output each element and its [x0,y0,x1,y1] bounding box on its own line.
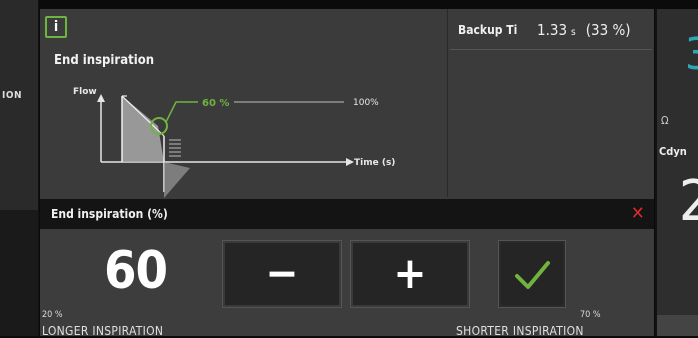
monitor-value-bottom: 2 [679,169,698,234]
time-axis-label: Time (s) [354,158,395,168]
left-panel-label-fragment: ION [2,90,23,101]
left-side-panel: ION [0,0,39,336]
time-axis-arrow [346,158,354,166]
cdyn-label: Cdyn [659,145,687,158]
panel-divider [447,9,448,197]
max-percent-label: 100% [353,98,379,108]
left-panel-lower-block [0,210,38,336]
panel-title: End inspiration [54,53,155,68]
setting-value: 60 [104,241,168,301]
confirm-button[interactable] [498,240,566,308]
backup-ti-value: 1.33 [537,21,568,39]
cycling-leader-line [165,101,198,123]
backup-separator [450,49,652,50]
flow-diagram: Flow Time (s) 60 % 100% [73,87,395,198]
min-range-label: 20 % [42,310,63,320]
right-monitor-panel: 3 Ω Cdyn 2 [655,9,698,336]
backup-ti-value-group: 1.33 s (33 %) [537,21,631,39]
inspiration-flow-area [122,96,164,162]
increase-button[interactable]: + [350,240,470,308]
backup-ti-readout: Backup Ti 1.33 s (33 %) [458,21,631,39]
close-icon[interactable]: ✕ [631,203,645,224]
backup-ti-label: Backup Ti [458,23,518,37]
lung-icon: Ω [661,114,669,127]
decrease-button[interactable]: − [222,240,342,308]
backup-ti-unit: s [571,27,576,38]
info-button[interactable]: i [45,16,67,38]
backup-ti-percent: (33 %) [585,21,631,39]
info-icon: i [53,19,59,35]
expiration-flow-area [164,162,190,198]
checkmark-icon [515,261,550,289]
cycling-percent-label: 60 % [202,98,229,109]
flow-axis-arrow [97,94,105,102]
popup-header: End inspiration (%) ✕ [40,199,654,229]
monitor-value-top: 3 [685,29,698,80]
max-range-label: 70 % [580,310,601,320]
minus-icon: − [265,248,299,299]
plus-icon: + [393,248,427,299]
right-panel-bottom-button[interactable] [657,315,698,336]
flow-axis-label: Flow [73,87,97,97]
popup-title: End inspiration (%) [51,207,168,221]
